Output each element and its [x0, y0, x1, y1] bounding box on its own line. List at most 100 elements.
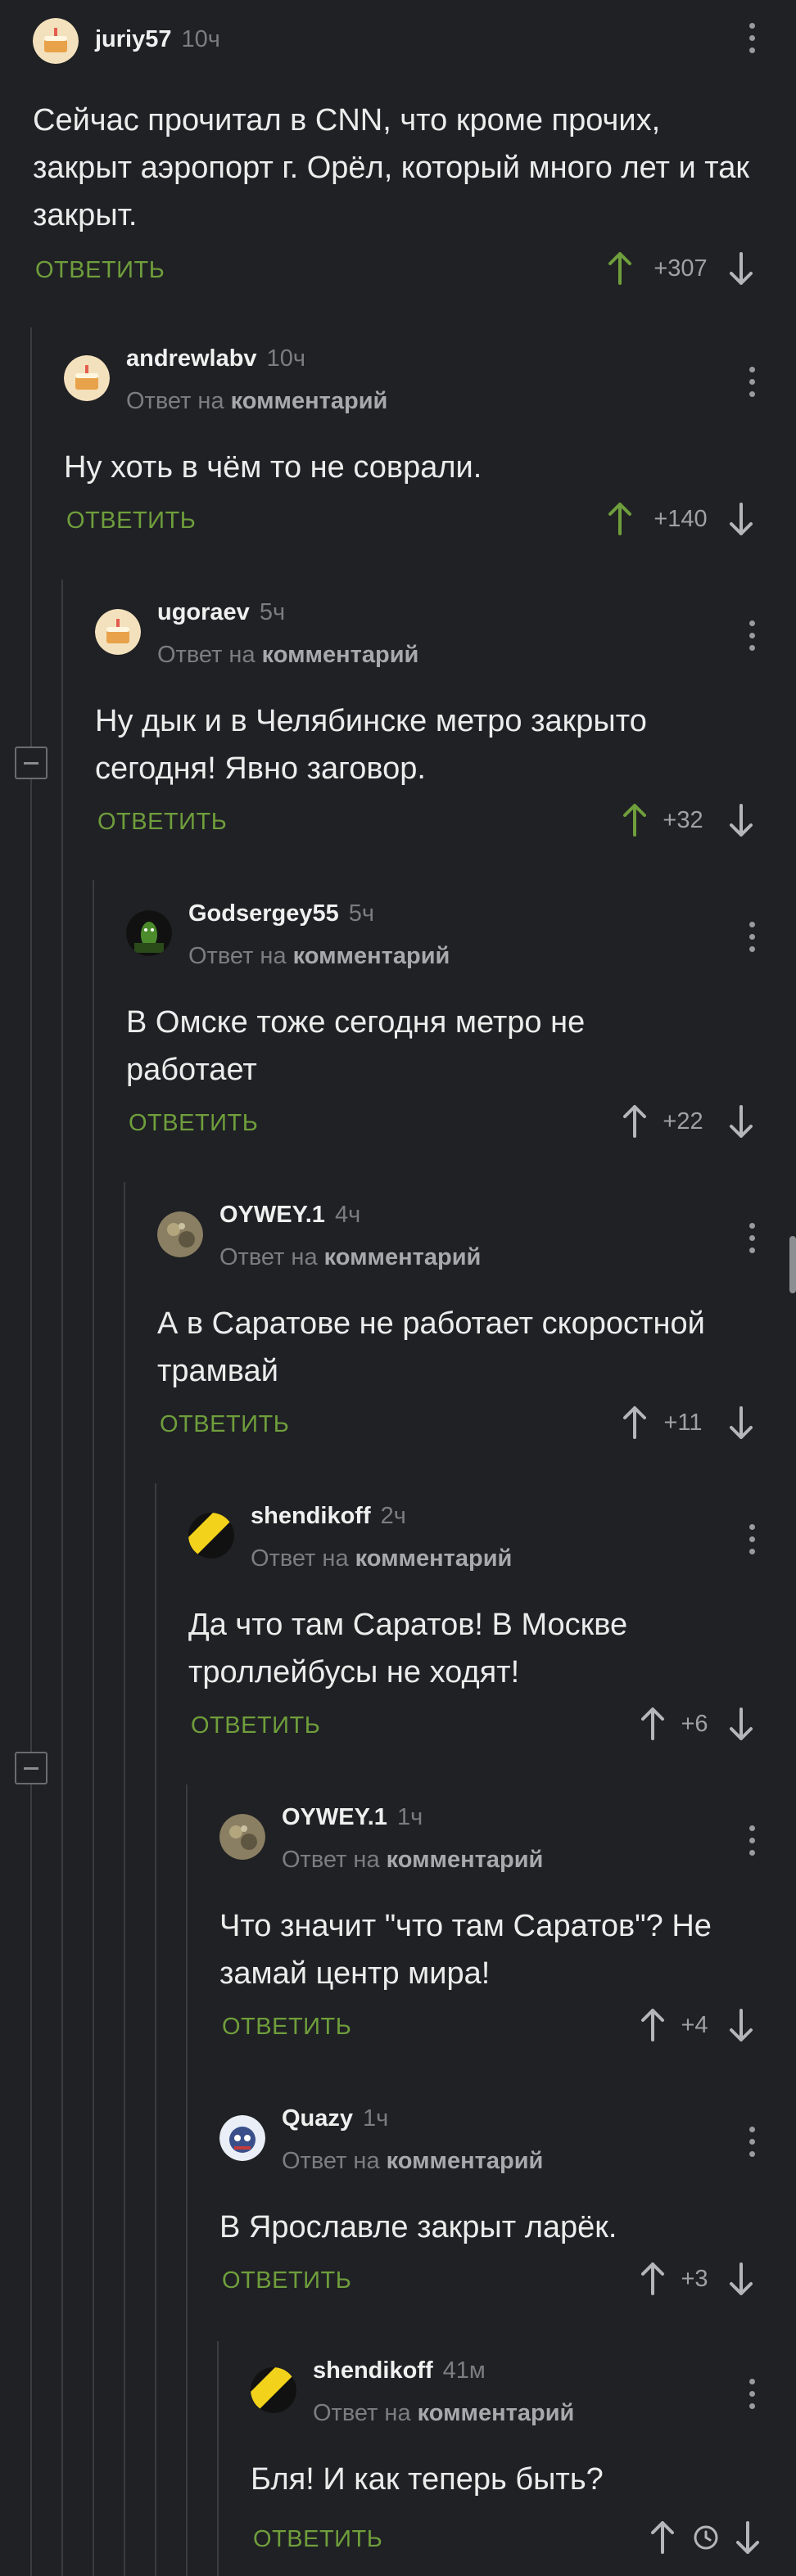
comment-text: Ну хоть в чём то не соврали. [64, 450, 482, 485]
collapse-thread-button[interactable] [15, 747, 47, 779]
avatar[interactable] [64, 355, 110, 401]
downvote-arrow-icon[interactable] [727, 501, 755, 537]
downvote-arrow-icon[interactable] [727, 250, 755, 286]
comment: andrewlabv 10ч Ответ на комментарий Ну хо… [64, 337, 796, 558]
vote-controls [649, 2520, 794, 2556]
vote-controls: +4 [639, 2007, 794, 2043]
username[interactable]: andrewlabv 10ч [126, 345, 305, 372]
score: +32 [663, 807, 703, 833]
upvote-arrow-icon[interactable] [621, 1405, 649, 1441]
downvote-arrow-icon[interactable] [727, 1103, 755, 1139]
score: +6 [681, 1711, 708, 1737]
thread-line[interactable] [93, 880, 94, 2576]
avatar[interactable] [157, 1211, 203, 1257]
reply-button[interactable]: ОТВЕТИТЬ [253, 2526, 382, 2553]
comment-text: В Ярославле закрыт ларёк. [219, 2210, 617, 2244]
upvote-arrow-icon[interactable] [621, 1103, 649, 1139]
reply-to-link[interactable]: комментарий [293, 943, 450, 969]
more-options-icon[interactable] [749, 2127, 756, 2159]
reply-to-label: Ответ на комментарий [188, 943, 450, 969]
username[interactable]: OYWEY.1 1ч [282, 1804, 423, 1831]
comment-thread: juriy57 10ч Сейчас прочитал в CNN, что кр… [0, 0, 796, 2576]
vote-controls: +3 [639, 2261, 794, 2297]
reply-to-link[interactable]: комментарий [324, 1244, 482, 1270]
reply-to-label: Ответ на комментарий [157, 642, 419, 668]
more-options-icon[interactable] [749, 1524, 756, 1557]
username[interactable]: shendikoff 41м [313, 2357, 486, 2384]
reply-to-link[interactable]: комментарий [418, 2400, 575, 2426]
vote-controls: +307 [606, 250, 794, 286]
reply-button[interactable]: ОТВЕТИТЬ [191, 1712, 320, 1739]
comment-time: 5ч [259, 599, 286, 625]
avatar[interactable] [126, 910, 172, 956]
thread-line[interactable] [30, 327, 32, 2576]
upvote-arrow-icon[interactable] [606, 250, 634, 286]
reply-button[interactable]: ОТВЕТИТЬ [66, 508, 196, 535]
more-options-icon[interactable] [749, 1825, 756, 1858]
reply-button[interactable]: ОТВЕТИТЬ [35, 257, 165, 284]
upvote-arrow-icon[interactable] [649, 2520, 676, 2556]
comment-text: Сейчас прочитал в CNN, что кроме прочих,… [33, 103, 749, 232]
username[interactable]: ugoraev 5ч [157, 599, 285, 626]
score: +4 [681, 2012, 708, 2038]
avatar[interactable] [219, 1814, 265, 1860]
more-options-icon[interactable] [749, 23, 756, 56]
thread-line[interactable] [124, 1182, 125, 2576]
avatar[interactable] [251, 2367, 296, 2413]
upvote-arrow-icon[interactable] [639, 2007, 667, 2043]
reply-to-link[interactable]: комментарий [231, 388, 388, 414]
comment-text: Да что там Саратов! В Москве троллейбусы… [188, 1608, 628, 1690]
username[interactable]: Godsergey55 5ч [188, 900, 374, 927]
downvote-arrow-icon[interactable] [727, 802, 755, 838]
upvote-arrow-icon[interactable] [621, 802, 649, 838]
downvote-arrow-icon[interactable] [727, 1405, 755, 1441]
reply-button[interactable]: ОТВЕТИТЬ [222, 2014, 351, 2041]
hazard-icon [188, 1513, 234, 1559]
downvote-arrow-icon[interactable] [727, 2261, 755, 2297]
upvote-arrow-icon[interactable] [639, 1706, 667, 1742]
thread-line[interactable] [155, 1483, 156, 2576]
downvote-arrow-icon[interactable] [727, 1706, 755, 1742]
more-options-icon[interactable] [749, 1223, 756, 1256]
username[interactable]: shendikoff 2ч [251, 1503, 406, 1530]
reply-button[interactable]: ОТВЕТИТЬ [222, 2267, 351, 2294]
reply-button[interactable]: ОТВЕТИТЬ [97, 809, 227, 836]
reply-button[interactable]: ОТВЕТИТЬ [160, 1411, 289, 1438]
avatar[interactable] [219, 2115, 265, 2161]
clock-icon [694, 2525, 718, 2550]
username[interactable]: juriy57 10ч [95, 26, 220, 53]
more-options-icon[interactable] [749, 2379, 756, 2411]
reply-to-label: Ответ на комментарий [282, 2148, 544, 2174]
more-options-icon[interactable] [749, 922, 756, 954]
upvote-arrow-icon[interactable] [639, 2261, 667, 2297]
reply-button[interactable]: ОТВЕТИТЬ [129, 1110, 258, 1137]
comment-text: А в Саратове не работает скоростной трам… [157, 1306, 705, 1388]
thread-line[interactable] [217, 2341, 219, 2576]
thread-line[interactable] [61, 580, 63, 2576]
avatar[interactable] [188, 1513, 234, 1559]
photo-icon [219, 1814, 265, 1860]
downvote-arrow-icon[interactable] [734, 2520, 762, 2556]
thread-line[interactable] [186, 1784, 188, 2576]
reply-to-link[interactable]: комментарий [387, 1847, 544, 1873]
username[interactable]: Quazy 1ч [282, 2105, 388, 2132]
more-options-icon[interactable] [749, 620, 756, 653]
vote-controls: +32 [621, 802, 794, 838]
score: +140 [654, 506, 708, 532]
comment-time: 10ч [266, 345, 305, 372]
comment-time: 1ч [396, 1804, 423, 1830]
reply-to-link[interactable]: комментарий [387, 2148, 544, 2174]
collapse-thread-button[interactable] [15, 1752, 47, 1784]
reply-to-label: Ответ на комментарий [251, 1545, 513, 1572]
comment: Quazy 1ч Ответ на комментарий В Ярославле… [219, 2097, 796, 2310]
username[interactable]: OYWEY.1 4ч [219, 1202, 360, 1229]
more-options-icon[interactable] [749, 367, 756, 399]
avatar[interactable] [33, 18, 79, 64]
avatar[interactable] [95, 609, 141, 655]
reply-to-link[interactable]: комментарий [355, 1545, 513, 1572]
comment: juriy57 10ч Сейчас прочитал в CNN, что кр… [33, 18, 796, 296]
downvote-arrow-icon[interactable] [727, 2007, 755, 2043]
score: +11 [663, 1410, 703, 1436]
reply-to-link[interactable]: комментарий [262, 642, 419, 668]
upvote-arrow-icon[interactable] [606, 501, 634, 537]
